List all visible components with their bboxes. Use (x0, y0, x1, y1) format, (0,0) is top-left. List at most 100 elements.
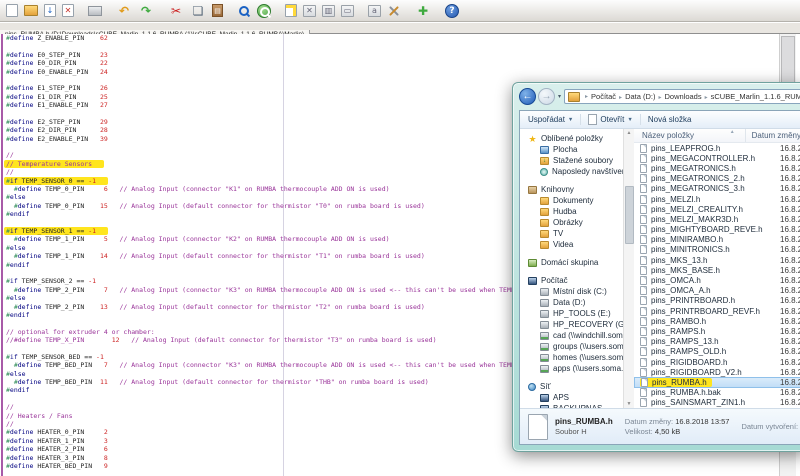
sidebar-item[interactable]: cad (\\windchill.soma.cz) (520, 330, 623, 341)
sidebar-item[interactable]: HP_TOOLS (E:) (520, 308, 623, 319)
file-row[interactable]: pins_RAMPS_13.h16.8.2018 13:57 (634, 337, 800, 347)
breadcrumb-item[interactable]: sCUBE_Marlin_1.1.6_RUMBA (1) (710, 92, 800, 101)
help-icon[interactable]: ? (445, 4, 459, 18)
sidebar-item[interactable]: groups (\\users.soma.cz) (520, 341, 623, 352)
sidebar-scrollbar[interactable]: ▲ ▼ (623, 129, 634, 408)
file-row[interactable]: pins_RUMBA.h16.8.2018 13:57 (634, 377, 800, 387)
file-row[interactable]: pins_MIGHTYBOARD_REVE.h16.8.2018 13:57 (634, 225, 800, 235)
file-name: pins_OMCA.h (651, 276, 701, 285)
file-row[interactable]: pins_RIGIDBOARD.h16.8.2018 13:57 (634, 357, 800, 367)
code-line[interactable]: #define E0_DIR_PIN 22 (6, 59, 667, 67)
file-row[interactable]: pins_PRINTRBOARD_REVF.h16.8.2018 13:57 (634, 306, 800, 316)
redo-icon[interactable]: ↷ (138, 3, 154, 18)
file-row[interactable]: pins_RAMBO.h16.8.2018 13:57 (634, 316, 800, 326)
file-icon (640, 164, 647, 173)
explorer-main: Oblíbené položkyPlochaStažené souboryNap… (520, 129, 800, 408)
open-file-icon[interactable] (24, 5, 38, 16)
sidebar-item[interactable]: TV (520, 228, 623, 239)
breadcrumb-item[interactable]: Počítač (590, 92, 617, 101)
code-line[interactable]: #define Z_ENABLE_PIN 62 (6, 34, 667, 42)
settings-icon[interactable] (387, 4, 401, 18)
file-row[interactable]: pins_RAMPS_OLD.h16.8.2018 13:57 (634, 347, 800, 357)
file-row[interactable]: pins_MELZI_MAKR3D.h16.8.2018 13:57 (634, 214, 800, 224)
save-file-icon[interactable]: ↓ (44, 4, 56, 17)
find-icon[interactable] (237, 4, 251, 18)
file-row[interactable]: pins_SAINSMART_ZIN1.h16.8.2018 13:57 (634, 398, 800, 408)
plugin-icon[interactable]: ✚ (415, 3, 431, 18)
file-row[interactable]: pins_MEGATRONICS.h16.8.2018 13:57 (634, 163, 800, 173)
breadcrumb-item[interactable]: Data (D:) (624, 92, 656, 101)
sidebar-item[interactable]: homes (\\users.soma.cz) (520, 352, 623, 363)
file-row[interactable]: pins_RUMBA.h.bak16.8.2018 13:57 (634, 388, 800, 398)
print-icon[interactable] (88, 6, 102, 16)
sidebar-item[interactable]: Dokumenty (520, 195, 623, 206)
file-row[interactable]: pins_MEGATRONICS_2.h16.8.2018 13:57 (634, 174, 800, 184)
copy-icon[interactable]: ❏ (190, 3, 206, 18)
file-row[interactable]: pins_OMCA_A.h16.8.2018 13:57 (634, 286, 800, 296)
file-row[interactable]: pins_MEGACONTROLLER.h16.8.2018 13:57 (634, 153, 800, 163)
file-row[interactable]: pins_OMCA.h16.8.2018 13:57 (634, 275, 800, 285)
sidebar-item[interactable]: Hudba (520, 206, 623, 217)
back-button[interactable]: ← (519, 88, 536, 105)
file-row[interactable]: pins_MINIRAMBO.h16.8.2018 13:57 (634, 235, 800, 245)
organize-button[interactable]: Uspořádat ▼ (528, 115, 573, 124)
column-header-name[interactable]: Název položky ▲ (634, 129, 746, 142)
sidebar-item[interactable]: Síť (520, 381, 623, 392)
sidebar-gap (520, 250, 623, 257)
file-row[interactable]: pins_MKS_BASE.h16.8.2018 13:57 (634, 265, 800, 275)
open-button[interactable]: Otevřít ▼ (588, 114, 632, 125)
window-tile-icon[interactable]: ▥ (322, 5, 335, 17)
sidebar-item[interactable]: Plocha (520, 144, 623, 155)
sidebar-item[interactable]: Stažené soubory (520, 155, 623, 166)
scroll-up-icon[interactable]: ▲ (627, 130, 632, 136)
file-row[interactable]: pins_MINITRONICS.h16.8.2018 13:57 (634, 245, 800, 255)
new-folder-button[interactable]: Nová složka (648, 115, 692, 124)
column-header-date[interactable]: Datum změny (746, 129, 800, 142)
code-line[interactable]: #define HEATER_3_PIN 8 (6, 454, 667, 462)
file-row[interactable]: pins_LEAPFROG.h16.8.2018 13:57 (634, 143, 800, 153)
sidebar-item[interactable]: Data (D:) (520, 297, 623, 308)
file-row[interactable]: pins_MEGATRONICS_3.h16.8.2018 13:57 (634, 184, 800, 194)
code-line[interactable] (6, 42, 667, 50)
sidebar-item[interactable]: Videa (520, 239, 623, 250)
file-date: 16.8.2018 13:57 (780, 256, 800, 265)
sidebar-item[interactable]: Naposledy navštívené (520, 166, 623, 177)
sidebar-item[interactable]: APS (520, 392, 623, 403)
sidebar-item[interactable]: HP_RECOVERY (G:) (520, 319, 623, 330)
file-icon (640, 398, 647, 407)
cut-icon[interactable]: ✂ (168, 3, 184, 18)
window-minimize-icon[interactable]: ▭ (341, 5, 354, 17)
file-row[interactable]: pins_MELZI_CREALITY.h16.8.2018 13:57 (634, 204, 800, 214)
window-close-icon[interactable]: ✕ (303, 5, 316, 17)
scroll-down-icon[interactable]: ▼ (627, 401, 632, 407)
breadcrumb-item[interactable]: Downloads (664, 92, 703, 101)
new-file-icon[interactable] (6, 4, 18, 17)
paste-icon[interactable]: ▤ (212, 4, 223, 17)
sidebar-item[interactable]: Místní disk (C:) (520, 286, 623, 297)
code-token (108, 185, 120, 193)
new-note-icon[interactable] (285, 4, 297, 17)
file-row[interactable]: pins_RIGIDBOARD_V2.h16.8.2018 13:57 (634, 367, 800, 377)
font-icon[interactable]: a (368, 5, 381, 17)
sidebar-item[interactable]: apps (\\users.soma.cz) (Z (520, 363, 623, 374)
code-token: define (18, 361, 41, 369)
file-row[interactable]: pins_PRINTRBOARD.h16.8.2018 13:57 (634, 296, 800, 306)
sidebar-item[interactable]: Knihovny (520, 184, 623, 195)
file-row[interactable]: pins_MELZI.h16.8.2018 13:57 (634, 194, 800, 204)
code-line[interactable]: #define HEATER_BED_PIN 9 (6, 462, 667, 470)
file-row[interactable]: pins_RAMPS.h16.8.2018 13:57 (634, 326, 800, 336)
address-bar[interactable]: ▸ Počítač▸Data (D:)▸Downloads▸sCUBE_Marl… (564, 89, 800, 104)
code-line[interactable]: #define E0_STEP_PIN 23 (6, 51, 667, 59)
sidebar-item[interactable]: Domácí skupina (520, 257, 623, 268)
history-caret-icon[interactable]: ▾ (558, 93, 561, 100)
sidebar-item[interactable]: Počítač (520, 275, 623, 286)
code-line[interactable]: #define E0_ENABLE_PIN 24 (6, 68, 667, 76)
sidebar-scrollbar-thumb[interactable] (625, 186, 634, 244)
undo-icon[interactable]: ↶ (116, 3, 132, 18)
close-file-icon[interactable]: ✕ (62, 4, 74, 17)
forward-button[interactable]: → (538, 88, 555, 105)
find-in-files-icon[interactable] (257, 4, 271, 18)
sidebar-item[interactable]: Obrázky (520, 217, 623, 228)
sidebar-item[interactable]: Oblíbené položky (520, 133, 623, 144)
file-row[interactable]: pins_MKS_13.h16.8.2018 13:57 (634, 255, 800, 265)
